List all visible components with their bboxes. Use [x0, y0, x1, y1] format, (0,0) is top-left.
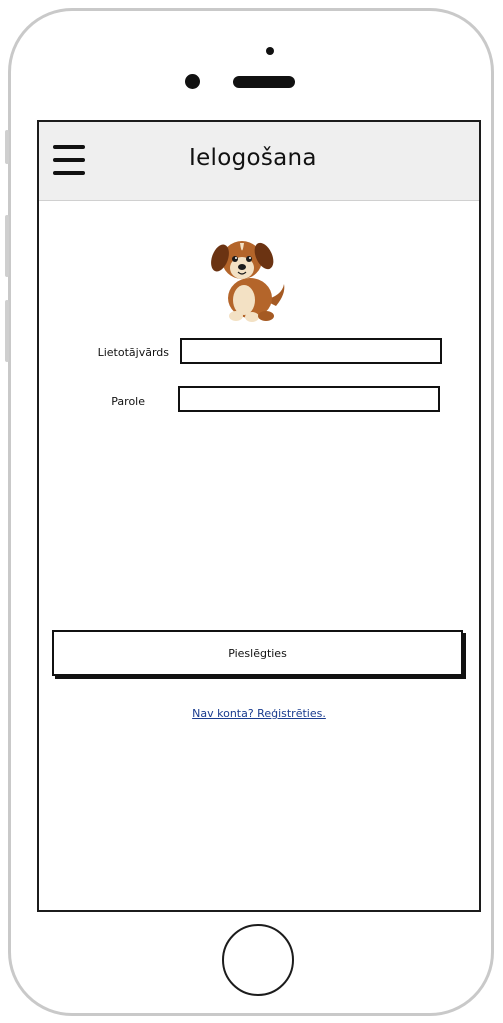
app-bar: Ielogošana: [39, 122, 479, 201]
page-title: Ielogošana: [189, 145, 317, 171]
volume-down-button: [5, 300, 9, 362]
username-label: Lietotājvārds: [97, 346, 169, 359]
register-link[interactable]: Nav konta? Reģistrēties.: [39, 707, 479, 720]
app-screen: Ielogošana Lietotājvārds Parole Pieslēgt…: [37, 120, 481, 912]
mute-switch: [5, 130, 9, 164]
password-label: Parole: [111, 395, 145, 408]
hamburger-icon[interactable]: [53, 143, 87, 179]
volume-up-button: [5, 215, 9, 277]
login-button[interactable]: Pieslēgties: [52, 630, 463, 676]
earpiece-speaker: [233, 76, 295, 88]
username-input[interactable]: [180, 338, 442, 364]
home-button[interactable]: [222, 924, 294, 996]
password-input[interactable]: [178, 386, 440, 412]
front-sensor: [266, 47, 274, 55]
front-camera: [185, 74, 200, 89]
dog-illustration: [211, 241, 285, 322]
